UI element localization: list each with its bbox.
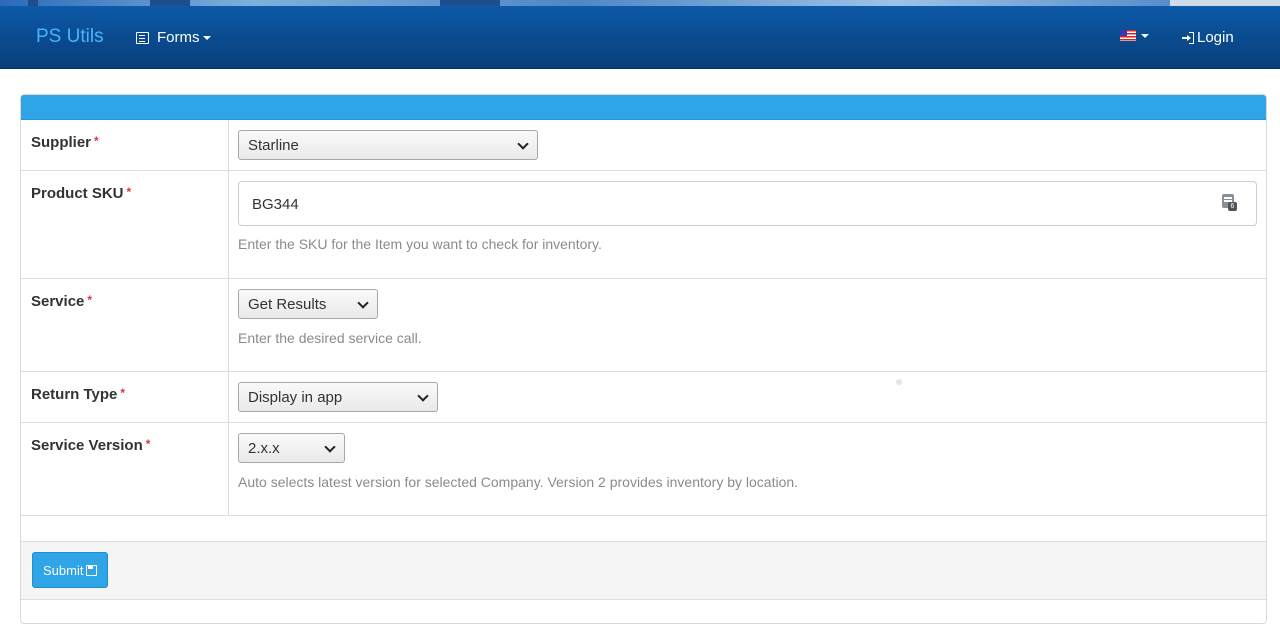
navbar: PS Utils Forms Login [0, 6, 1280, 69]
required-marker: * [87, 293, 93, 307]
caret-down-icon [202, 35, 211, 40]
language-dropdown[interactable] [1120, 30, 1149, 41]
service-version-help: Auto selects latest version for selected… [238, 474, 799, 490]
chevron-down-icon [324, 441, 336, 453]
supplier-row: Supplier * Starline [21, 120, 1266, 171]
service-label: Service * [31, 293, 93, 310]
service-row: Service * Get Results Enter the desired s… [21, 279, 1266, 372]
service-version-label: Service Version * [31, 437, 151, 454]
chevron-down-icon [357, 297, 369, 309]
service-help: Enter the desired service call. [238, 330, 422, 346]
submit-button[interactable]: Submit [32, 552, 109, 588]
service-version-value: 2.x.x [248, 440, 280, 457]
product-sku-input[interactable]: BG344 6 [238, 181, 1257, 226]
required-marker: * [145, 437, 151, 451]
return-type-label: Return Type * [31, 386, 126, 403]
supplier-value: Starline [248, 137, 299, 154]
brand-link[interactable]: PS Utils [36, 26, 104, 48]
supplier-label: Supplier * [31, 134, 99, 151]
required-marker: * [126, 185, 132, 199]
login-link[interactable]: Login [1182, 29, 1234, 46]
submit-label: Submit [43, 562, 84, 578]
return-type-row: Return Type * Display in app [21, 372, 1266, 423]
us-flag-icon [1120, 30, 1136, 41]
forms-list-icon [136, 31, 149, 44]
supplier-select[interactable]: Starline [238, 130, 538, 160]
product-sku-help: Enter the SKU for the Item you want to c… [238, 236, 602, 252]
login-label: Login [1197, 29, 1234, 46]
product-sku-row: Product SKU * BG344 6 Enter the SKU for t… [21, 171, 1266, 279]
panel-footer: Submit [21, 541, 1266, 600]
service-version-row: Service Version * 2.x.x Auto selects late… [21, 423, 1266, 516]
floppy-disk-icon [86, 564, 98, 576]
login-icon [1182, 31, 1194, 44]
product-sku-label: Product SKU * [31, 185, 132, 202]
decorative-dot [896, 379, 902, 385]
required-marker: * [120, 386, 126, 400]
return-type-value: Display in app [248, 389, 343, 406]
product-sku-value: BG344 [252, 196, 299, 213]
panel-heading [21, 95, 1266, 120]
required-marker: * [94, 134, 99, 148]
barcode-keyboard-icon[interactable]: 6 [1222, 194, 1237, 212]
caret-down-icon [1141, 33, 1149, 38]
service-select[interactable]: Get Results [238, 289, 378, 319]
chevron-down-icon [417, 390, 429, 402]
service-value: Get Results [248, 296, 327, 313]
forms-label: Forms [157, 29, 200, 46]
chevron-down-icon [517, 138, 529, 150]
return-type-select[interactable]: Display in app [238, 382, 438, 412]
service-version-select[interactable]: 2.x.x [238, 433, 345, 463]
form-panel: Supplier * Starline Product SKU * BG344 6 … [20, 94, 1267, 624]
forms-dropdown[interactable]: Forms [136, 29, 211, 46]
